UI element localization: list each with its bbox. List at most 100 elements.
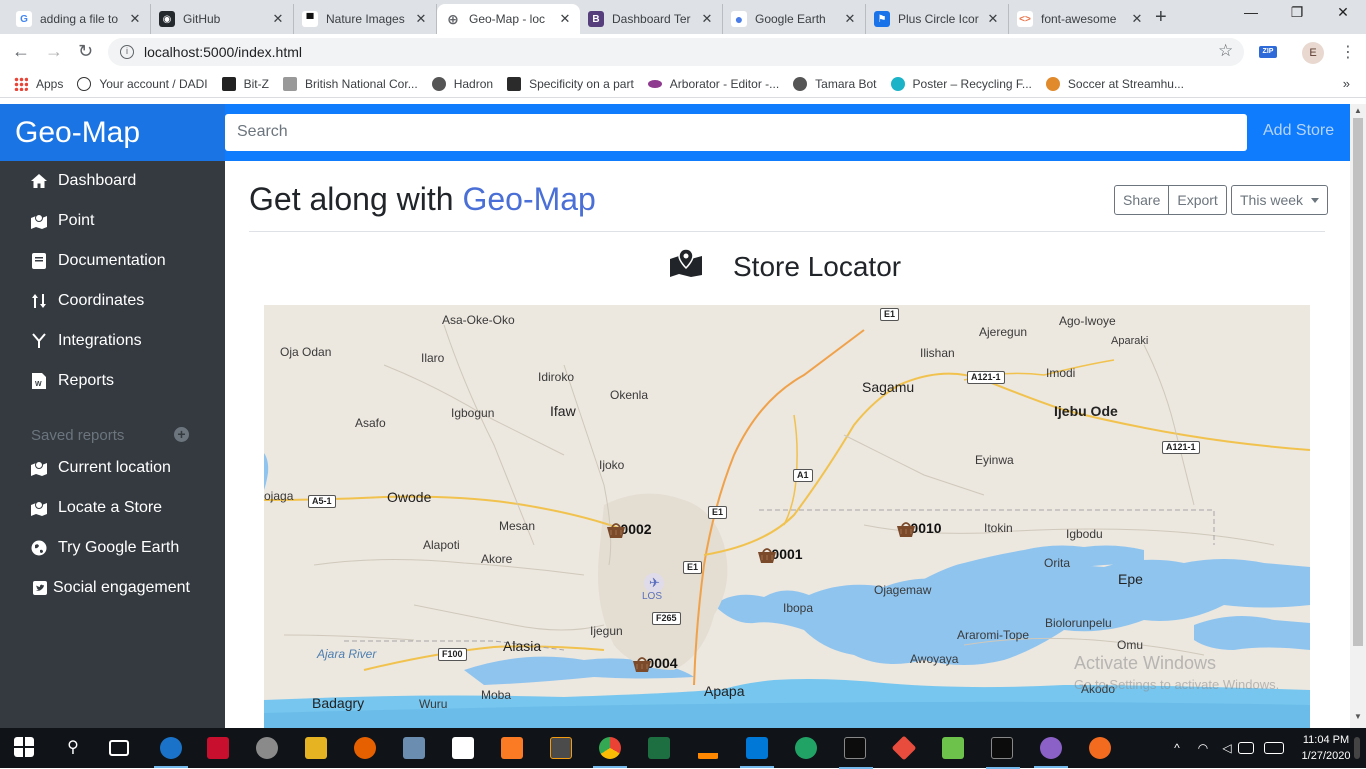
zip-extension-icon[interactable]: ZIP [1259,46,1277,58]
taskbar-clock[interactable]: 11:04 PM 1/27/2020 [1298,732,1354,764]
bookmark-item[interactable]: Hadron [431,76,493,91]
firefox-icon[interactable] [354,737,376,759]
info-icon[interactable]: i [120,45,134,59]
browser-tab-active[interactable]: ⊕ Geo-Map - loc ✕ [437,4,580,34]
solidworks-icon[interactable] [207,737,229,759]
bookmark-item[interactable]: Your account / DADI [77,76,208,91]
page-title-accent: Geo-Map [462,181,596,217]
bookmark-item[interactable]: British National Cor... [282,76,418,91]
edge-browser-icon[interactable] [154,737,188,768]
back-arrow-icon[interactable]: ← [12,41,30,62]
git-icon[interactable] [891,735,917,761]
close-tab-icon[interactable]: ✕ [271,11,285,27]
close-tab-icon[interactable]: ✕ [558,11,572,27]
sidebar-item-dashboard[interactable]: Dashboard [30,169,136,193]
windows-start-icon[interactable] [14,737,34,757]
reload-icon[interactable]: ↻ [78,41,93,62]
browser-tab[interactable]: ● Google Earth ✕ [723,4,866,34]
search-icon[interactable]: ⚲ [62,737,84,759]
show-desktop-button[interactable] [1354,737,1360,759]
minimize-button[interactable]: — [1228,4,1274,20]
postman-icon[interactable] [1089,737,1111,759]
forward-arrow-icon[interactable]: → [45,41,63,62]
chrome-icon[interactable] [593,737,627,768]
wifi-icon[interactable]: ◠ [1192,737,1214,759]
sidebar-item-point[interactable]: Point [30,209,94,233]
snipping-tool-icon[interactable] [256,737,278,759]
vlc-icon[interactable] [697,737,719,759]
bookmark-item[interactable]: Soccer at Streamhu... [1045,76,1184,91]
terminal-icon[interactable] [839,737,873,769]
browser-tab[interactable]: ⚑ Plus Circle Icor ✕ [866,4,1009,34]
tray-chevron-up-icon[interactable]: ^ [1166,737,1188,759]
scroll-up-arrow-icon[interactable]: ▲ [1354,106,1362,115]
remote-desktop-icon[interactable] [403,737,425,759]
sidebar-item-locate-store[interactable]: Locate a Store [30,496,162,520]
browser-tab[interactable]: B Dashboard Ter ✕ [580,4,723,34]
close-tab-icon[interactable]: ✕ [843,11,857,27]
bookmark-item[interactable]: Poster – Recycling F... [890,76,1032,91]
sidebar-item-reports[interactable]: W Reports [30,369,114,393]
sidebar-item-integrations[interactable]: Integrations [30,329,142,353]
store-marker[interactable]: 0010 [896,520,956,537]
browser-tab[interactable]: G adding a file to ✕ [8,4,151,34]
address-bar[interactable]: i localhost:5000/index.html [108,38,1244,66]
address-url: localhost:5000/index.html [144,44,302,60]
keyboard-icon[interactable] [1264,742,1284,754]
atom-icon[interactable] [795,737,817,759]
browser-tab[interactable]: <> font-awesome ✕ [1009,4,1152,34]
terminal-icon[interactable] [986,737,1020,769]
share-button[interactable]: Share [1114,185,1170,215]
period-dropdown[interactable]: This week [1231,185,1329,215]
page-scrollbar[interactable]: ▲ ▼ [1350,104,1366,728]
bookmark-apps[interactable]: Apps [14,76,63,91]
file-explorer-icon[interactable] [305,737,327,759]
action-center-icon[interactable] [1238,742,1254,754]
brand-logo[interactable]: Geo-Map [0,104,225,161]
sheets-icon[interactable] [648,737,670,759]
store-marker[interactable]: 0004 [632,655,692,672]
search-input[interactable]: Search [225,114,1247,151]
sidebar-item-social[interactable]: Social engagement [31,576,190,600]
maximize-button[interactable]: ❐ [1274,4,1320,21]
github-desktop-icon[interactable] [1034,737,1068,768]
volume-icon[interactable]: ◁ [1216,737,1238,759]
menu-kebab-icon[interactable]: ⋮ [1340,42,1356,62]
new-tab-button[interactable]: + [1155,6,1167,29]
browser-tab[interactable]: ◉ GitHub ✕ [151,4,294,34]
node-icon[interactable] [942,737,964,759]
sublime-text-icon[interactable] [550,737,572,759]
bookmark-item[interactable]: Tamara Bot [793,76,877,91]
map-place-label: Orita [1044,556,1071,570]
profile-avatar[interactable]: E [1302,42,1324,64]
sidebar-item-label: Point [58,212,95,229]
store-marker[interactable]: 0002 [606,521,666,538]
xampp-icon[interactable] [501,737,523,759]
vscode-icon[interactable] [740,737,774,768]
plus-circle-icon[interactable]: + [174,427,189,442]
close-tab-icon[interactable]: ✕ [700,11,714,27]
sidebar-item-coordinates[interactable]: Coordinates [30,289,144,313]
sidebar-item-current-location[interactable]: Current location [30,456,171,480]
close-tab-icon[interactable]: ✕ [986,11,1000,27]
browser-tab[interactable]: ▀ Nature Images ✕ [294,4,437,34]
close-window-button[interactable]: ✕ [1320,4,1366,21]
bookmark-item[interactable]: Arborator - Editor -... [647,77,779,91]
sidebar-item-google-earth[interactable]: Try Google Earth [30,536,179,560]
sidebar-item-documentation[interactable]: Documentation [30,249,166,273]
bookmark-item[interactable]: Specificity on a part [507,76,634,91]
close-tab-icon[interactable]: ✕ [414,11,428,27]
bookmark-star-icon[interactable]: ☆ [1218,41,1233,61]
close-tab-icon[interactable]: ✕ [128,11,142,27]
task-view-icon[interactable] [109,740,129,756]
scroll-down-arrow-icon[interactable]: ▼ [1354,712,1362,721]
close-tab-icon[interactable]: ✕ [1130,11,1144,27]
export-button[interactable]: Export [1169,185,1227,215]
bookmarks-overflow-button[interactable]: » [1343,76,1350,91]
store-icon[interactable] [452,737,474,759]
bookmark-item[interactable]: Bit-Z [221,76,269,91]
store-map[interactable]: Asa-Oke-Oko Ajeregun Ago-Iwoye Oja Odan … [264,305,1310,728]
scroll-thumb[interactable] [1353,118,1363,646]
store-marker[interactable]: 0001 [757,546,817,563]
add-store-link[interactable]: Add Store [1263,122,1334,140]
